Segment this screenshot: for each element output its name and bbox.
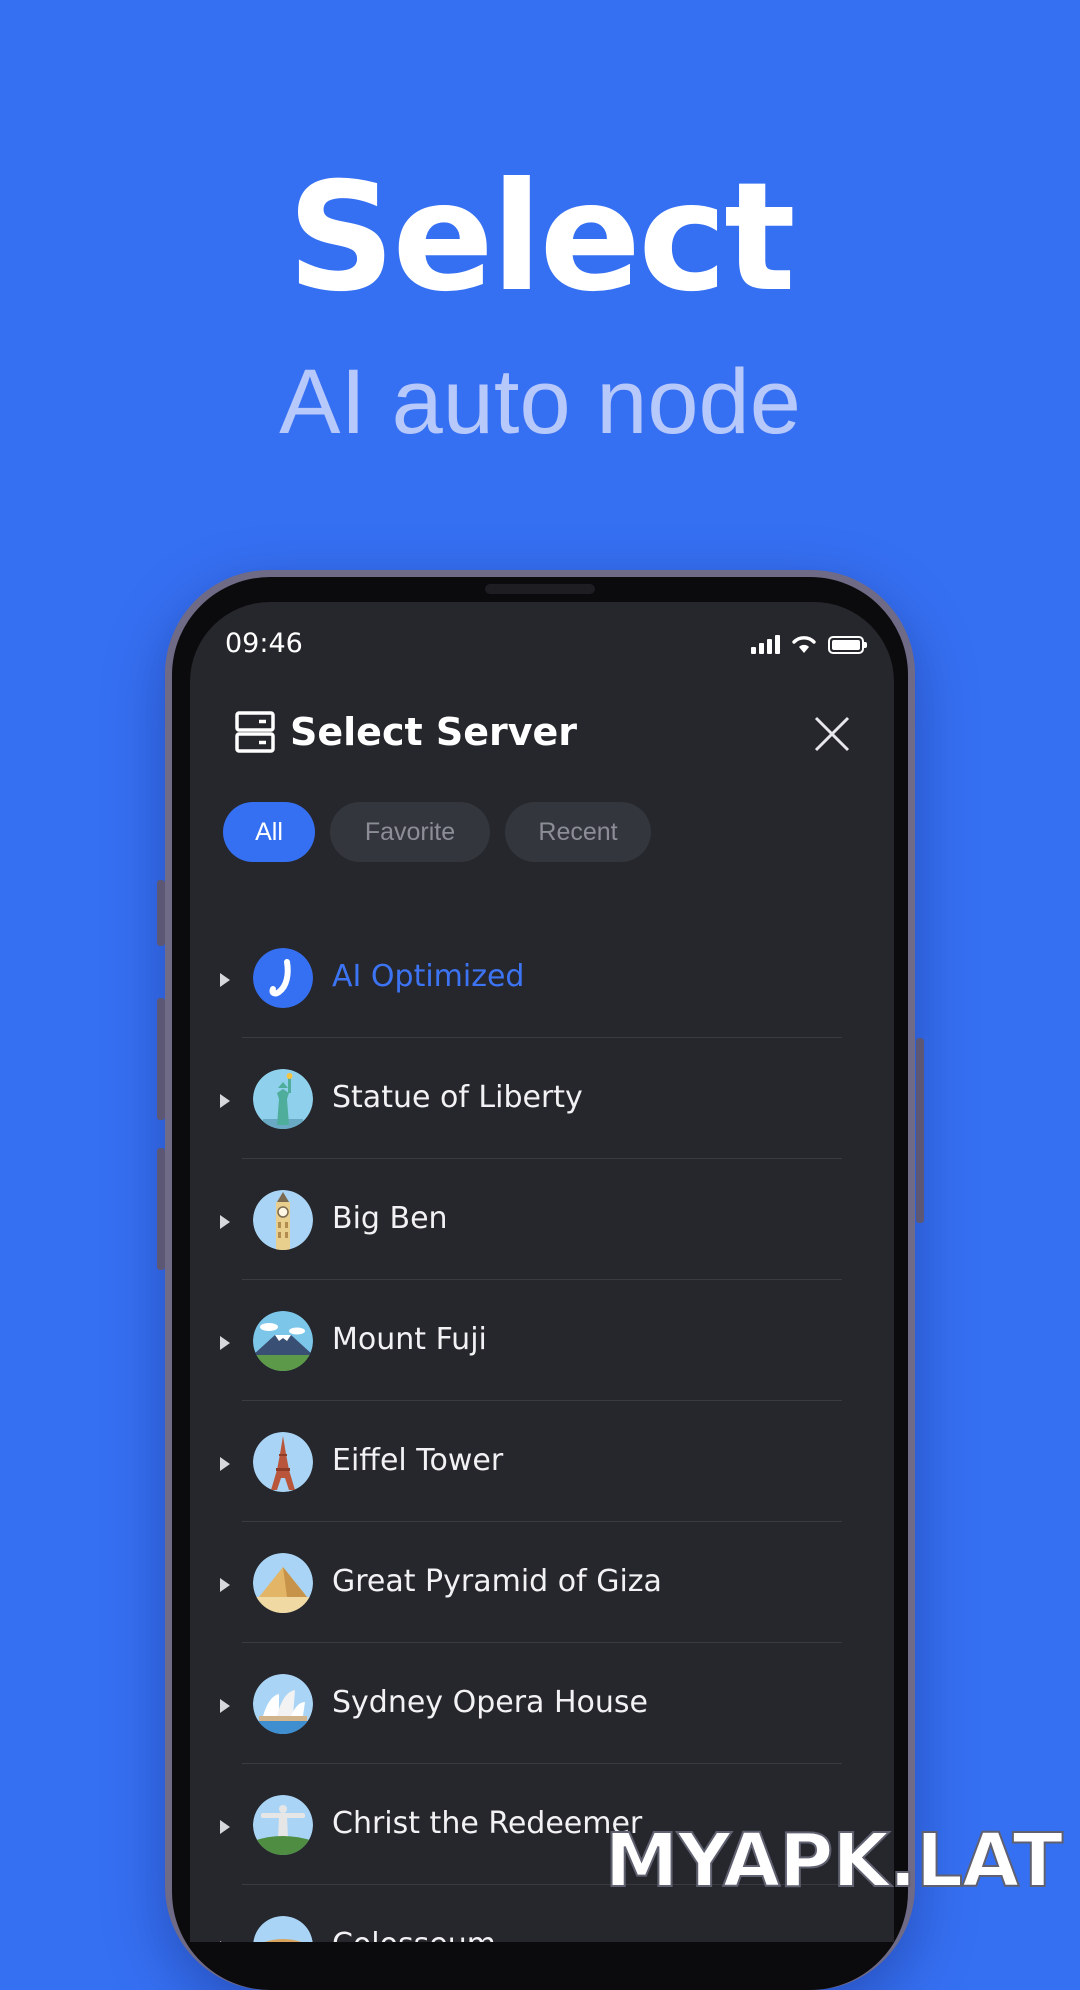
server-row-great-pyramid[interactable]: Great Pyramid of Giza bbox=[190, 1522, 894, 1643]
server-row-sydney-opera-house[interactable]: Sydney Opera House bbox=[190, 1643, 894, 1764]
phone-side-button bbox=[157, 998, 165, 1120]
server-label: Great Pyramid of Giza bbox=[332, 1564, 662, 1599]
expand-caret-icon[interactable] bbox=[220, 1699, 230, 1713]
expand-caret-icon[interactable] bbox=[220, 1820, 230, 1834]
pyramid-icon bbox=[253, 1553, 313, 1613]
promo-headline: Select bbox=[287, 151, 796, 325]
opera-house-icon bbox=[253, 1674, 313, 1734]
server-row-statue-of-liberty[interactable]: Statue of Liberty bbox=[190, 1038, 894, 1159]
expand-caret-icon[interactable] bbox=[220, 1941, 230, 1942]
expand-caret-icon[interactable] bbox=[220, 1578, 230, 1592]
phone-screen: 09:46 Select Server All Favorite Recent bbox=[190, 602, 894, 1942]
promo-subline: AI auto node bbox=[279, 351, 801, 453]
signal-icon bbox=[751, 632, 780, 654]
expand-caret-icon[interactable] bbox=[220, 1457, 230, 1471]
watermark: MYAPK.LAT bbox=[604, 1817, 1064, 1905]
expand-caret-icon[interactable] bbox=[220, 973, 230, 987]
server-row-mount-fuji[interactable]: Mount Fuji bbox=[190, 1280, 894, 1401]
phone-side-button bbox=[157, 880, 165, 946]
eiffel-tower-icon bbox=[253, 1432, 313, 1492]
expand-caret-icon[interactable] bbox=[220, 1336, 230, 1350]
close-icon[interactable] bbox=[812, 714, 852, 754]
expand-caret-icon[interactable] bbox=[220, 1094, 230, 1108]
server-row-big-ben[interactable]: Big Ben bbox=[190, 1159, 894, 1280]
server-label: Eiffel Tower bbox=[332, 1443, 504, 1478]
expand-caret-icon[interactable] bbox=[220, 1215, 230, 1229]
filter-tabs: All Favorite Recent bbox=[223, 802, 651, 862]
mount-fuji-icon bbox=[253, 1311, 313, 1371]
server-label: Sydney Opera House bbox=[332, 1685, 648, 1720]
server-label: Colosseum bbox=[332, 1927, 496, 1942]
server-icon bbox=[235, 711, 275, 753]
page-title: Select Server bbox=[290, 710, 578, 754]
header: Select Server bbox=[235, 710, 577, 754]
server-label: Mount Fuji bbox=[332, 1322, 487, 1357]
phone-side-button bbox=[916, 1038, 924, 1223]
tab-all[interactable]: All bbox=[223, 802, 315, 862]
server-list: AI Optimized Statue of Liberty Big Ben M… bbox=[190, 917, 894, 1942]
phone-side-button bbox=[157, 1148, 165, 1270]
server-row-eiffel-tower[interactable]: Eiffel Tower bbox=[190, 1401, 894, 1522]
tab-recent[interactable]: Recent bbox=[505, 802, 651, 862]
server-label: Big Ben bbox=[332, 1201, 448, 1236]
server-row-ai-optimized[interactable]: AI Optimized bbox=[190, 917, 894, 1038]
wifi-icon bbox=[792, 636, 816, 653]
status-icons bbox=[751, 632, 867, 654]
server-label: Christ the Redeemer bbox=[332, 1806, 643, 1841]
phone-speaker bbox=[485, 584, 595, 594]
christ-redeemer-icon bbox=[253, 1795, 313, 1855]
ai-logo-icon bbox=[253, 948, 313, 1008]
battery-icon bbox=[828, 636, 867, 654]
server-label: Statue of Liberty bbox=[332, 1080, 583, 1115]
server-label: AI Optimized bbox=[332, 959, 525, 994]
status-time: 09:46 bbox=[225, 628, 303, 659]
tab-favorite[interactable]: Favorite bbox=[330, 802, 490, 862]
big-ben-icon bbox=[253, 1190, 313, 1250]
statue-of-liberty-icon bbox=[253, 1069, 313, 1129]
